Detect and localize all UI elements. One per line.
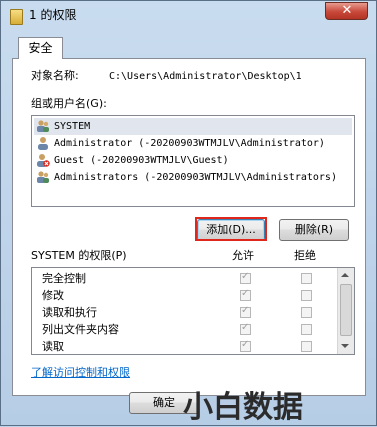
allow-checkbox[interactable]: [240, 271, 251, 284]
access-control-link[interactable]: 了解访问控制和权限: [31, 364, 130, 380]
security-panel: 对象名称: C:\Users\Administrator\Desktop\1 组…: [12, 58, 366, 396]
users-group-icon: [37, 120, 49, 132]
permission-name: 读取: [42, 340, 64, 353]
table-row: 读取: [32, 338, 339, 354]
deny-checkbox[interactable]: [301, 307, 312, 318]
list-item-label: Administrators (-20200903WTMJLV\Administ…: [54, 172, 337, 183]
list-item-label: Administrator (-20200903WTMJLV\Administr…: [54, 138, 325, 149]
scroll-thumb[interactable]: [340, 284, 352, 336]
scroll-down-icon[interactable]: [341, 344, 349, 348]
deny-checkbox[interactable]: [301, 324, 312, 335]
permission-name: 完全控制: [42, 272, 86, 285]
list-item[interactable]: Guest (-20200903WTMJLV\Guest): [34, 152, 352, 169]
allow-checkbox[interactable]: [240, 322, 251, 335]
permissions-scrollbar[interactable]: [337, 268, 354, 354]
permission-name: 列出文件夹内容: [42, 323, 119, 336]
allow-checkbox[interactable]: [240, 339, 251, 352]
permission-name: 修改: [42, 289, 64, 302]
scroll-up-icon[interactable]: [341, 273, 349, 277]
deny-checkbox[interactable]: [301, 341, 312, 352]
list-item[interactable]: Administrators (-20200903WTMJLV\Administ…: [34, 169, 352, 186]
groups-list[interactable]: SYSTEM Administrator (-20200903WTMJLV\Ad…: [31, 115, 355, 207]
permissions-dialog: 1 的权限 ✕ 安全 对象名称: C:\Users\Administrator\…: [0, 0, 377, 426]
watermark-text: 小白数据: [183, 390, 303, 425]
allow-header: 允许: [232, 249, 254, 262]
window-title: 1 的权限: [29, 8, 77, 22]
highlight-box: [195, 217, 267, 241]
allow-checkbox[interactable]: [240, 305, 251, 318]
table-row: 完全控制: [32, 270, 339, 287]
remove-button[interactable]: 删除(R): [279, 219, 349, 241]
user-icon: [38, 137, 48, 150]
table-row: 列出文件夹内容: [32, 321, 339, 338]
object-name-value: C:\Users\Administrator\Desktop\1: [109, 71, 302, 82]
list-item-label: Guest (-20200903WTMJLV\Guest): [54, 155, 229, 166]
list-item-label: SYSTEM: [54, 121, 91, 132]
allow-checkbox[interactable]: [240, 288, 251, 301]
table-row: 修改: [32, 287, 339, 304]
title-bar[interactable]: 1 的权限 ✕: [1, 1, 376, 31]
list-item[interactable]: SYSTEM: [34, 118, 352, 135]
deny-header: 拒绝: [294, 249, 316, 262]
table-row: 读取和执行: [32, 304, 339, 321]
users-group-icon: [37, 171, 49, 183]
deny-checkbox[interactable]: [301, 290, 312, 301]
user-disabled-icon: [37, 154, 50, 167]
tab-security[interactable]: 安全: [18, 37, 63, 59]
close-icon: ✕: [341, 3, 353, 18]
permission-name: 读取和执行: [42, 306, 97, 319]
deny-checkbox[interactable]: [301, 273, 312, 284]
permissions-header: SYSTEM 的权限(P): [31, 249, 127, 262]
groups-label: 组或用户名(G):: [31, 97, 107, 110]
folder-icon: [10, 9, 23, 25]
permissions-list: 完全控制 修改 读取和执行 列出文件夹内容 读取: [31, 267, 355, 355]
list-item[interactable]: Administrator (-20200903WTMJLV\Administr…: [34, 135, 352, 152]
object-name-label: 对象名称:: [31, 69, 79, 82]
close-button[interactable]: ✕: [325, 2, 368, 20]
watermark: 小白数据: [175, 383, 377, 427]
